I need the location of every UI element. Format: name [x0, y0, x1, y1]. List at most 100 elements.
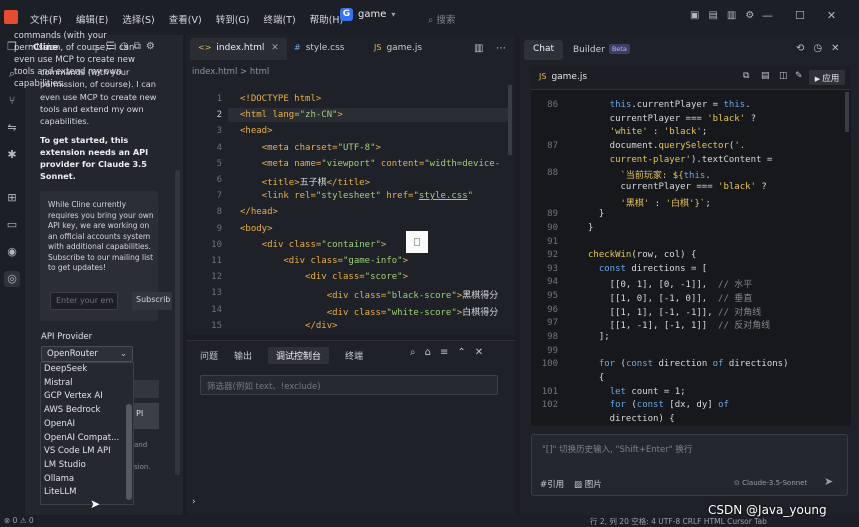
- settings-gear-icon[interactable]: ⚙: [745, 10, 754, 21]
- command-search[interactable]: ⌕ 搜索: [428, 12, 455, 26]
- provider-option[interactable]: Ollama: [44, 474, 74, 484]
- line-number: 94: [547, 277, 558, 288]
- magic-icon[interactable]: ✎: [795, 71, 803, 81]
- menu-item[interactable]: 查看(V): [169, 12, 202, 26]
- code-line[interactable]: </div>: [240, 321, 338, 331]
- lock-icon[interactable]: ⌂: [425, 347, 431, 358]
- insert-icon[interactable]: ▤: [761, 71, 770, 81]
- beta-badge: Beta: [608, 44, 630, 54]
- editor-scrollbar[interactable]: [508, 85, 512, 155]
- code-line[interactable]: <div class="game-info">: [240, 256, 408, 266]
- extensions-icon[interactable]: ⊞: [4, 190, 20, 206]
- provider-option[interactable]: VS Code LM API: [44, 446, 111, 456]
- reference-button[interactable]: #引用: [540, 478, 564, 490]
- timeline-icon[interactable]: ◉: [4, 244, 20, 260]
- toggle-secondary-sidebar-icon[interactable]: ▥: [727, 10, 736, 21]
- toggle-sidebar-icon[interactable]: ▣: [690, 10, 699, 21]
- code-line[interactable]: <div class="container">: [240, 240, 387, 250]
- console-prompt[interactable]: ›: [192, 497, 196, 507]
- code-line: currentPlayer === 'black' ?: [588, 113, 756, 124]
- menu-item[interactable]: 帮助(H): [310, 12, 344, 26]
- copy-icon[interactable]: ⧉: [743, 71, 749, 81]
- status-right[interactable]: 行 2, 列 20 空格: 4 UTF-8 CRLF HTML Cursor T…: [590, 516, 767, 527]
- close-icon[interactable]: ✕: [475, 347, 483, 358]
- line-number: 87: [547, 140, 558, 151]
- image-button[interactable]: ▨ 图片: [574, 478, 602, 490]
- maximize-icon[interactable]: ☐: [795, 9, 805, 22]
- close-icon[interactable]: ✕: [827, 9, 836, 22]
- provider-option[interactable]: Mistral: [44, 378, 73, 388]
- email-input[interactable]: Enter your em: [50, 292, 118, 310]
- search-icon[interactable]: ⌕: [410, 347, 416, 358]
- provider-option[interactable]: OpenAI Compat...: [44, 433, 119, 443]
- tab-debug-console[interactable]: 调试控制台: [268, 347, 330, 364]
- editor-tabs: <> index.html ✕ # style.css JS game.js ▥ ⋯: [186, 38, 515, 60]
- tab-problems[interactable]: 问题: [200, 347, 218, 364]
- cline-getting-started: To get started, this extension needs an …: [40, 135, 149, 181]
- code-line: }: [588, 222, 594, 233]
- code-line[interactable]: </head>: [240, 207, 278, 217]
- chat-input-box[interactable]: "[]" 切换历史输入, "Shift+Enter" 换行 #引用 ▨ 图片 ⊙…: [531, 434, 848, 496]
- model-selector[interactable]: ⊙ Claude-3.5-Sonnet: [734, 479, 807, 487]
- provider-option[interactable]: AWS Bedrock: [44, 405, 100, 415]
- provider-option[interactable]: LiteLLM: [44, 487, 76, 497]
- code-line[interactable]: <!DOCTYPE html>: [240, 94, 321, 104]
- cline-icon[interactable]: ◎: [4, 271, 20, 287]
- code-line[interactable]: <html lang="zh-CN">: [240, 110, 343, 120]
- code-line[interactable]: <div class="black-score">黑棋得分: [240, 288, 499, 301]
- tab-terminal[interactable]: 终端: [345, 347, 363, 364]
- provider-option[interactable]: OpenAI: [44, 419, 75, 429]
- code-line[interactable]: <div class="score">: [240, 272, 408, 282]
- filter-input[interactable]: 筛选器(例如 text、!exclude): [200, 375, 498, 395]
- provider-option[interactable]: GCP Vertex AI: [44, 391, 103, 401]
- close-icon[interactable]: ✕: [271, 43, 279, 53]
- menu-item[interactable]: 编辑(E): [76, 12, 108, 26]
- line-number: 102: [541, 400, 558, 411]
- remote-icon[interactable]: ⇋: [4, 120, 20, 136]
- debug-icon[interactable]: ✱: [4, 147, 20, 163]
- menu-item[interactable]: 选择(S): [122, 12, 154, 26]
- code-line[interactable]: <meta name="viewport" content="width=dev…: [240, 159, 500, 169]
- remote-explorer-icon[interactable]: ▭: [4, 217, 20, 233]
- diff-icon[interactable]: ◫: [779, 71, 788, 81]
- provider-option[interactable]: DeepSeek: [44, 364, 87, 374]
- status-problems[interactable]: ⊗ 0 ⚠ 0: [4, 516, 34, 525]
- send-icon[interactable]: ➤: [824, 475, 833, 488]
- code-line[interactable]: <meta charset="UTF-8">: [240, 143, 381, 153]
- breadcrumb[interactable]: index.html > html: [192, 67, 269, 77]
- chat-scrollbar[interactable]: [845, 92, 849, 132]
- code-line[interactable]: <div class="white-score">白棋得分: [240, 305, 499, 318]
- provider-option[interactable]: LM Studio: [44, 460, 86, 470]
- tab-index-html[interactable]: <> index.html ✕: [190, 38, 287, 60]
- clear-console-icon[interactable]: ≡: [440, 347, 448, 358]
- code-line[interactable]: <body>: [240, 224, 273, 234]
- history-icon[interactable]: ◷: [813, 43, 822, 54]
- maximize-panel-icon[interactable]: ⌃: [457, 347, 465, 358]
- api-provider-select[interactable]: OpenRouter ⌄: [41, 346, 133, 362]
- project-switcher[interactable]: G game ▾: [340, 8, 395, 21]
- tab-game-js[interactable]: JS game.js: [366, 38, 430, 60]
- menu-item[interactable]: 终端(T): [263, 12, 295, 26]
- split-editor-icon[interactable]: ▥: [474, 43, 483, 54]
- code-line[interactable]: <head>: [240, 126, 273, 136]
- tab-style-css[interactable]: # style.css: [286, 38, 352, 60]
- code-line[interactable]: <title>五子棋</title>: [240, 175, 370, 188]
- code-line: '黑棋' : '白棋'}`;: [620, 198, 711, 209]
- subscribe-button[interactable]: Subscrib: [132, 292, 172, 310]
- partial-button[interactable]: PI: [133, 403, 159, 429]
- close-icon[interactable]: ✕: [831, 43, 839, 54]
- more-actions-icon[interactable]: ⋯: [496, 43, 506, 54]
- minimize-icon[interactable]: —: [762, 9, 773, 22]
- tab-chat[interactable]: Chat: [524, 40, 564, 60]
- new-chat-icon[interactable]: ⟲: [796, 43, 804, 54]
- toggle-panel-icon[interactable]: ▤: [708, 10, 717, 21]
- dropdown-scrollbar[interactable]: [126, 404, 132, 500]
- line-number: 11: [211, 256, 222, 266]
- source-control-icon[interactable]: ⑂: [4, 93, 20, 109]
- menu-item[interactable]: 文件(F): [30, 12, 62, 26]
- tab-output[interactable]: 输出: [234, 347, 252, 364]
- menu-item[interactable]: 转到(G): [216, 12, 250, 26]
- apply-button[interactable]: ▶ 应用: [809, 70, 845, 85]
- code-line[interactable]: <link rel="stylesheet" href="style.css": [240, 191, 473, 201]
- tab-builder[interactable]: Builder Beta: [564, 40, 639, 60]
